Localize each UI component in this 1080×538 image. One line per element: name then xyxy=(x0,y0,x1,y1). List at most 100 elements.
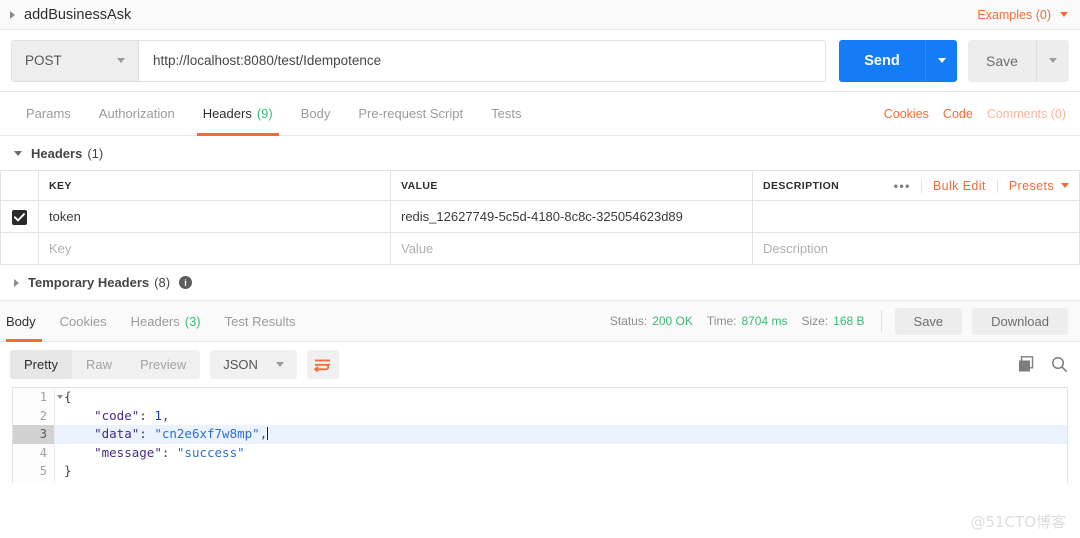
search-icon[interactable] xyxy=(1051,356,1068,373)
status-label: Status: xyxy=(609,314,648,328)
time-badge: Time: 8704 ms xyxy=(707,301,788,341)
new-value-input[interactable]: Value xyxy=(390,232,753,265)
format-tab-raw[interactable]: Raw xyxy=(72,350,126,379)
code-token: : xyxy=(139,426,155,441)
tab-label: Test Results xyxy=(224,313,296,329)
code-token: , xyxy=(161,407,170,423)
chevron-down-icon xyxy=(117,58,125,63)
url-row: POST http://localhost:8080/test/Idempote… xyxy=(0,30,1080,92)
response-bar-spacer xyxy=(307,301,595,341)
checkbox-checked-icon[interactable] xyxy=(12,210,27,225)
divider xyxy=(880,310,882,332)
size-value: 168 B xyxy=(833,314,865,328)
response-body-editor[interactable]: 12345 { "code": 1, "data": "cn2e6xf7w8mp… xyxy=(12,387,1068,483)
line-number: 1 xyxy=(13,388,63,407)
tab-authorization[interactable]: Authorization xyxy=(85,92,189,135)
examples-link[interactable]: Examples (0) xyxy=(977,8,1051,22)
tab-count: (3) xyxy=(184,313,201,329)
code-token: { xyxy=(64,389,72,404)
send-options-button[interactable] xyxy=(925,39,957,82)
bulk-edit-button[interactable]: Bulk Edit xyxy=(922,178,998,193)
status-badge: Status: 200 OK xyxy=(610,301,693,341)
request-name: addBusinessAsk xyxy=(24,6,132,23)
row-checkbox-cell-empty[interactable] xyxy=(0,232,39,265)
size-badge: Size: 168 B xyxy=(801,301,864,341)
examples-chevron-down-icon[interactable] xyxy=(1060,12,1068,17)
watermark: @51CTO博客 xyxy=(970,513,1066,531)
tab-pre-request-script[interactable]: Pre-request Script xyxy=(344,92,477,135)
time-label: Time: xyxy=(706,314,737,328)
save-request-button[interactable]: Save xyxy=(968,39,1036,82)
temporary-headers-title: Temporary Headers xyxy=(28,275,150,290)
column-value: VALUE xyxy=(390,170,753,201)
tab-headers[interactable]: Headers (9) xyxy=(189,92,287,136)
chevron-down-icon xyxy=(1061,183,1069,188)
tab-params[interactable]: Params xyxy=(12,92,85,135)
chevron-down-icon xyxy=(275,362,284,367)
table-row: token redis_12627749-5c5d-4180-8c8c-3250… xyxy=(0,200,1080,233)
code-line: { xyxy=(55,388,1067,407)
response-tabs-bar: Body Cookies Headers (3) Test Results St… xyxy=(0,301,1080,342)
tab-label: Body xyxy=(300,106,331,121)
headers-section-header[interactable]: Headers (1) xyxy=(0,136,1080,170)
presets-button[interactable]: Presets xyxy=(998,179,1069,193)
download-response-button[interactable]: Download xyxy=(972,307,1068,335)
code-token: "success" xyxy=(176,444,245,460)
size-label: Size: xyxy=(801,314,829,328)
temporary-headers-count: (8) xyxy=(154,275,171,290)
tab-tests[interactable]: Tests xyxy=(477,92,535,135)
row-value[interactable]: redis_12627749-5c5d-4180-8c8c-325054623d… xyxy=(390,200,753,233)
code-link[interactable]: Code xyxy=(936,92,980,135)
code-line: "data": "cn2e6xf7w8mp", xyxy=(55,425,1067,444)
code-token: "cn2e6xf7w8mp" xyxy=(154,426,260,441)
more-options-icon[interactable]: ••• xyxy=(894,178,922,193)
column-description-label: DESCRIPTION xyxy=(763,179,840,192)
info-icon[interactable]: i xyxy=(179,276,193,289)
line-number: 5 xyxy=(39,464,47,478)
code-content[interactable]: { "code": 1, "data": "cn2e6xf7w8mp", "me… xyxy=(55,388,1067,483)
presets-label: Presets xyxy=(1008,178,1054,193)
triangle-right-icon[interactable] xyxy=(10,10,15,19)
status-value: 200 OK xyxy=(652,314,693,328)
url-input[interactable]: http://localhost:8080/test/Idempotence xyxy=(138,39,826,82)
language-value: JSON xyxy=(223,357,258,372)
description-header-inner: DESCRIPTION ••• Bulk Edit Presets xyxy=(763,178,1069,193)
send-button-group: Send xyxy=(839,39,957,82)
code-token: 1 xyxy=(154,407,162,423)
response-tab-test-results[interactable]: Test Results xyxy=(213,301,308,341)
format-tab-preview[interactable]: Preview xyxy=(126,350,200,379)
save-response-button[interactable]: Save xyxy=(894,307,963,335)
comments-link[interactable]: Comments (0) xyxy=(980,92,1068,135)
http-method-value: POST xyxy=(25,53,62,68)
save-button-group: Save xyxy=(968,39,1069,82)
tab-label: Headers xyxy=(202,106,252,121)
tab-label: Params xyxy=(26,106,71,121)
new-description-input[interactable]: Description xyxy=(752,232,1080,265)
code-token: , xyxy=(259,426,268,441)
tab-label: Authorization xyxy=(98,106,175,121)
new-key-input[interactable]: Key xyxy=(38,232,391,265)
response-tab-headers[interactable]: Headers (3) xyxy=(119,301,213,341)
row-description[interactable] xyxy=(752,200,1080,233)
tab-body[interactable]: Body xyxy=(287,92,345,135)
code-line: "message": "success" xyxy=(55,444,1067,463)
language-select[interactable]: JSON xyxy=(210,350,297,379)
row-checkbox-cell[interactable] xyxy=(0,200,39,233)
copy-icon[interactable] xyxy=(1018,356,1035,373)
response-tab-cookies[interactable]: Cookies xyxy=(48,301,119,341)
send-button[interactable]: Send xyxy=(839,39,925,82)
code-token: : xyxy=(161,444,177,460)
http-method-select[interactable]: POST xyxy=(11,39,138,82)
cookies-link[interactable]: Cookies xyxy=(877,92,936,135)
response-tab-body[interactable]: Body xyxy=(0,301,48,342)
save-options-button[interactable] xyxy=(1036,39,1069,82)
format-tab-pretty[interactable]: Pretty xyxy=(10,350,72,379)
chevron-down-icon xyxy=(1049,58,1057,63)
code-line: "code": 1, xyxy=(55,407,1067,426)
word-wrap-icon[interactable] xyxy=(306,350,339,379)
row-key[interactable]: token xyxy=(38,200,391,233)
column-key: KEY xyxy=(38,170,391,201)
code-token: "message" xyxy=(94,444,162,460)
temporary-headers-section[interactable]: Temporary Headers (8) i xyxy=(0,265,1080,301)
line-number: 3 xyxy=(13,425,54,444)
